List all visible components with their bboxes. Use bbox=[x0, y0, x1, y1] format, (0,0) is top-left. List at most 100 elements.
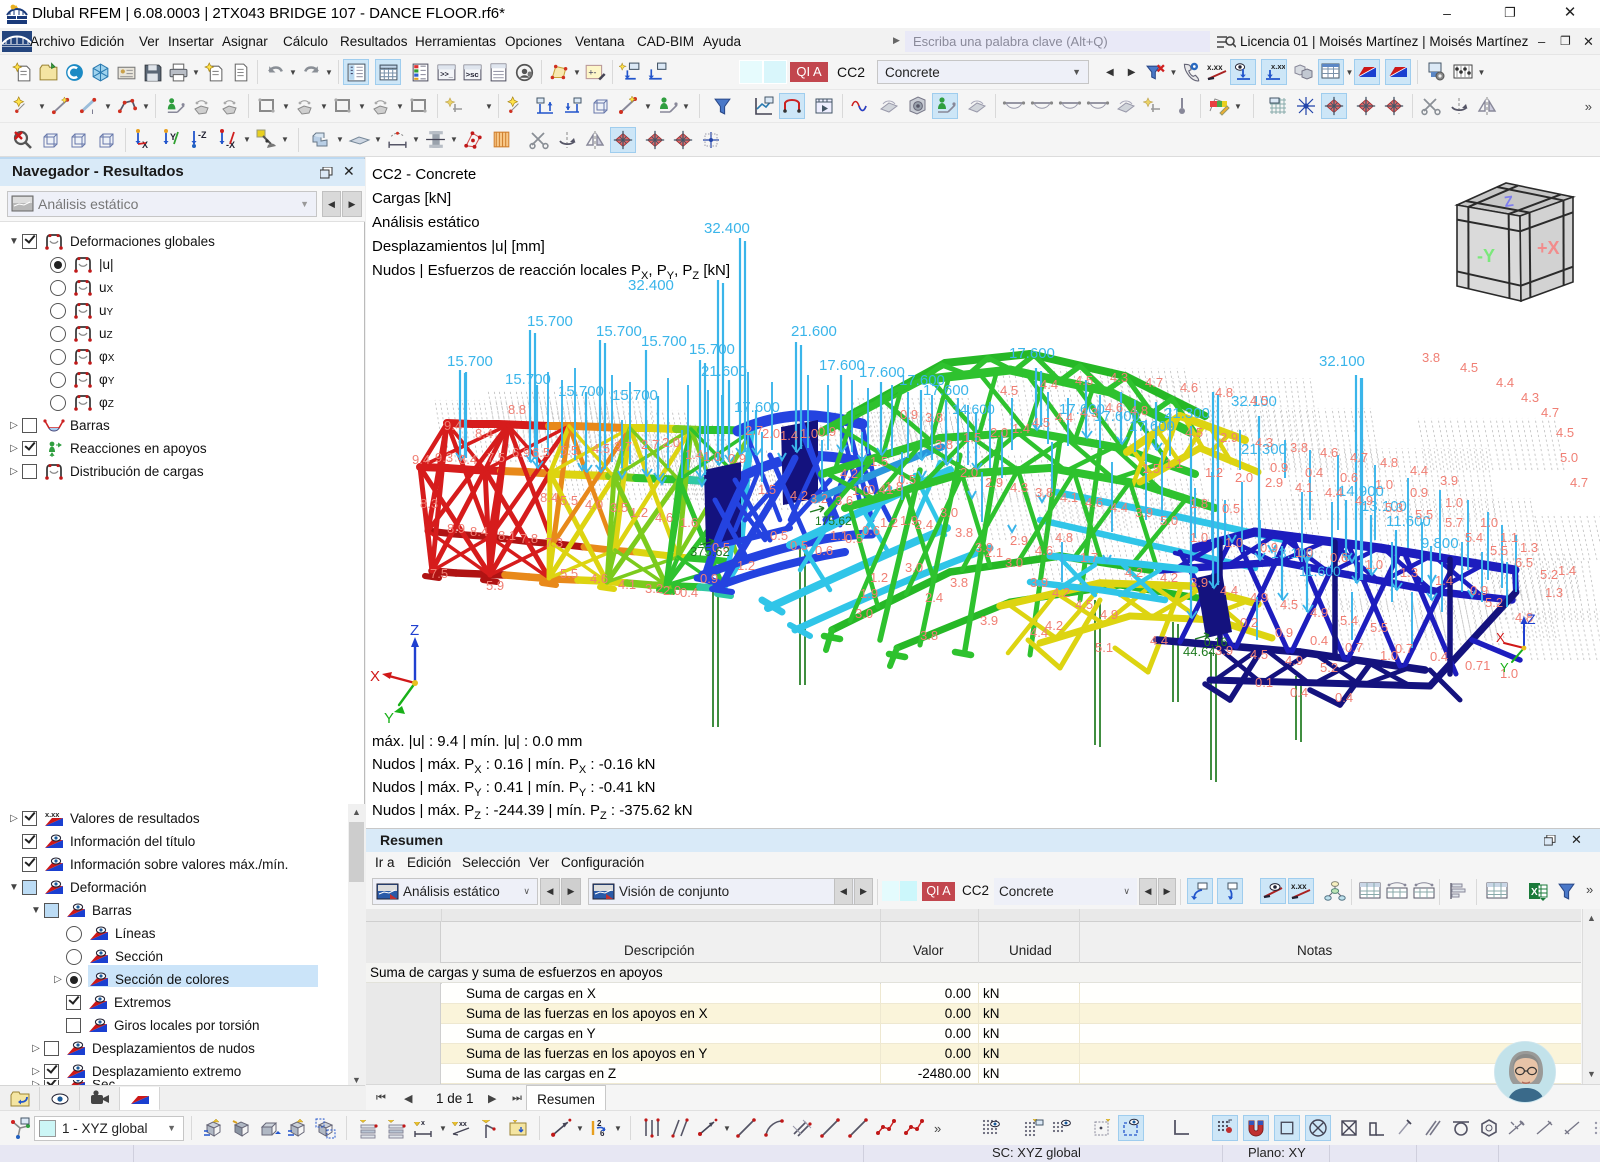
svg-text:3.5: 3.5 bbox=[610, 500, 628, 515]
svg-text:4.6: 4.6 bbox=[1035, 543, 1053, 558]
svg-text:3.9: 3.9 bbox=[980, 613, 998, 628]
svg-text:xx: xx bbox=[459, 1121, 467, 1128]
svg-text:4.6: 4.6 bbox=[1105, 400, 1123, 415]
svg-text:8.1: 8.1 bbox=[498, 528, 516, 543]
svg-text:7.8: 7.8 bbox=[520, 531, 538, 546]
svg-text:5.2: 5.2 bbox=[1320, 660, 1338, 675]
svg-text:+X: +X bbox=[1537, 238, 1560, 258]
svg-text:4.4: 4.4 bbox=[1220, 583, 1238, 598]
svg-text:4.1: 4.1 bbox=[618, 577, 636, 592]
svg-text:0.9: 0.9 bbox=[700, 571, 718, 586]
svg-text:0.7: 0.7 bbox=[1345, 640, 1363, 655]
svg-text:1.0: 1.0 bbox=[1380, 648, 1398, 663]
svg-text:5.5: 5.5 bbox=[560, 443, 578, 458]
svg-text:4.0: 4.0 bbox=[585, 497, 603, 512]
svg-text:1.0: 1.0 bbox=[1225, 535, 1243, 550]
svg-text:0.6: 0.6 bbox=[1340, 470, 1358, 485]
svg-text:-Z: -Z bbox=[198, 130, 207, 140]
svg-text:2.9: 2.9 bbox=[985, 475, 1003, 490]
svg-text:8.4: 8.4 bbox=[475, 426, 493, 441]
svg-text:0.4: 0.4 bbox=[1430, 649, 1448, 664]
svg-text:Z: Z bbox=[410, 622, 419, 639]
svg-text:1.7: 1.7 bbox=[1080, 550, 1098, 565]
svg-text:1.3: 1.3 bbox=[1400, 565, 1418, 580]
svg-text:17.600: 17.600 bbox=[819, 357, 865, 374]
svg-text:5.3: 5.3 bbox=[1385, 500, 1403, 515]
svg-text:1.0: 1.0 bbox=[1445, 495, 1463, 510]
svg-text:0.4: 0.4 bbox=[1335, 690, 1353, 705]
svg-text:32.400: 32.400 bbox=[704, 220, 750, 237]
svg-text:1.1: 1.1 bbox=[1165, 456, 1183, 471]
svg-text:4.2: 4.2 bbox=[1052, 585, 1070, 600]
svg-text:4.2: 4.2 bbox=[1160, 570, 1178, 585]
svg-text:X: X bbox=[1496, 630, 1505, 645]
svg-text:7.3: 7.3 bbox=[545, 535, 563, 550]
svg-text:0.9: 0.9 bbox=[1410, 485, 1428, 500]
svg-text:2.9: 2.9 bbox=[1265, 475, 1283, 490]
svg-text:Y: Y bbox=[1500, 660, 1509, 675]
svg-text:5.0: 5.0 bbox=[1560, 450, 1578, 465]
svg-text:1.0: 1.0 bbox=[1190, 530, 1208, 545]
svg-text:4.6: 4.6 bbox=[655, 510, 673, 525]
svg-text:4.5: 4.5 bbox=[1032, 415, 1050, 430]
svg-text:3.8: 3.8 bbox=[925, 410, 943, 425]
svg-text:5.9: 5.9 bbox=[486, 578, 504, 593]
svg-text:0.2: 0.2 bbox=[1240, 615, 1258, 630]
svg-text:2.0: 2.0 bbox=[960, 465, 978, 480]
svg-text:5.5: 5.5 bbox=[560, 493, 578, 508]
svg-text:15.700: 15.700 bbox=[447, 353, 493, 370]
svg-text:9.4: 9.4 bbox=[444, 418, 462, 433]
svg-text:4.2: 4.2 bbox=[790, 488, 808, 503]
svg-text:15.700: 15.700 bbox=[527, 313, 573, 330]
svg-text:1.0: 1.0 bbox=[800, 426, 818, 441]
svg-text:4.5: 4.5 bbox=[1075, 373, 1093, 388]
svg-text:2.0: 2.0 bbox=[663, 583, 681, 598]
svg-text:4.7: 4.7 bbox=[1145, 375, 1163, 390]
svg-text:3.2: 3.2 bbox=[645, 581, 663, 596]
svg-text:1.2: 1.2 bbox=[870, 570, 888, 585]
svg-text:4.4: 4.4 bbox=[1325, 485, 1343, 500]
svg-text:1.0: 1.0 bbox=[1480, 515, 1498, 530]
svg-text:3.8: 3.8 bbox=[950, 575, 968, 590]
svg-text:4.5: 4.5 bbox=[1250, 647, 1268, 662]
svg-text:3.8: 3.8 bbox=[955, 525, 973, 540]
svg-text:4.6: 4.6 bbox=[590, 571, 608, 586]
svg-text:4.5: 4.5 bbox=[1075, 597, 1093, 612]
svg-text:3.0: 3.0 bbox=[905, 560, 923, 575]
svg-text:5.5: 5.5 bbox=[1370, 620, 1388, 635]
svg-text:15.700: 15.700 bbox=[558, 383, 604, 400]
svg-text:3.8: 3.8 bbox=[1035, 485, 1053, 500]
svg-text:17.600: 17.600 bbox=[923, 382, 969, 399]
svg-text:4.8: 4.8 bbox=[1215, 385, 1233, 400]
svg-text:4.4: 4.4 bbox=[1110, 500, 1128, 515]
svg-text:4.9: 4.9 bbox=[1355, 493, 1373, 508]
svg-text:4.3: 4.3 bbox=[1521, 390, 1539, 405]
svg-text:3.8: 3.8 bbox=[935, 437, 953, 452]
svg-text:1.3: 1.3 bbox=[1545, 585, 1563, 600]
svg-text:4.5: 4.5 bbox=[1000, 383, 1018, 398]
svg-text:7.5: 7.5 bbox=[487, 450, 505, 465]
svg-text:4.4: 4.4 bbox=[1040, 377, 1058, 392]
svg-text:2.9: 2.9 bbox=[1010, 533, 1028, 548]
svg-text:0.4: 0.4 bbox=[1310, 633, 1328, 648]
svg-text:4.5: 4.5 bbox=[1460, 360, 1478, 375]
svg-text:0.9: 0.9 bbox=[1260, 540, 1278, 555]
svg-text:17.600: 17.600 bbox=[859, 364, 905, 381]
svg-text:4.7: 4.7 bbox=[1350, 450, 1368, 465]
svg-text:3.0: 3.0 bbox=[1005, 555, 1023, 570]
svg-text:0.6: 0.6 bbox=[862, 523, 880, 538]
svg-text:0.9: 0.9 bbox=[728, 451, 746, 466]
svg-text:5.5: 5.5 bbox=[560, 566, 578, 581]
svg-text:3.9: 3.9 bbox=[1190, 575, 1208, 590]
svg-text:2.0: 2.0 bbox=[1235, 470, 1253, 485]
svg-text:1.2: 1.2 bbox=[1205, 465, 1223, 480]
svg-text:3.8: 3.8 bbox=[920, 628, 938, 643]
svg-text:3.0: 3.0 bbox=[855, 606, 873, 621]
svg-text:1.5: 1.5 bbox=[963, 430, 981, 445]
svg-text:3.8: 3.8 bbox=[1422, 350, 1440, 365]
svg-text:15.700: 15.700 bbox=[689, 341, 735, 358]
svg-text:0.71: 0.71 bbox=[1465, 658, 1490, 673]
svg-text:3.2: 3.2 bbox=[810, 491, 828, 506]
svg-text:175.62: 175.62 bbox=[815, 514, 852, 528]
svg-text:5.1: 5.1 bbox=[1095, 640, 1113, 655]
